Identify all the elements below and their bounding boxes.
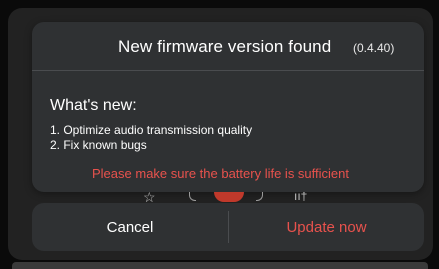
whats-new-heading: What's new: [50,97,137,114]
header-divider [32,70,424,71]
release-note-item: 1. Optimize audio transmission quality [50,123,253,137]
screen: New firmware version found (0.4.40) What… [0,0,439,269]
dialog-title: New firmware version found [118,37,332,56]
firmware-update-dialog: New firmware version found (0.4.40) What… [32,22,424,192]
background-bottom-bar [12,262,428,269]
release-note-item: 2. Fix known bugs [50,138,147,152]
update-now-button[interactable]: Update now [229,203,424,251]
battery-warning: Please make sure the battery life is suf… [92,166,349,181]
dialog-action-bar: Cancel Update now [32,203,424,251]
dialog-header: New firmware version found (0.4.40) [32,22,424,70]
cancel-button[interactable]: Cancel [32,203,228,251]
firmware-version-label: (0.4.40) [353,41,395,55]
release-notes-list: 1. Optimize audio transmission quality 2… [50,123,252,153]
